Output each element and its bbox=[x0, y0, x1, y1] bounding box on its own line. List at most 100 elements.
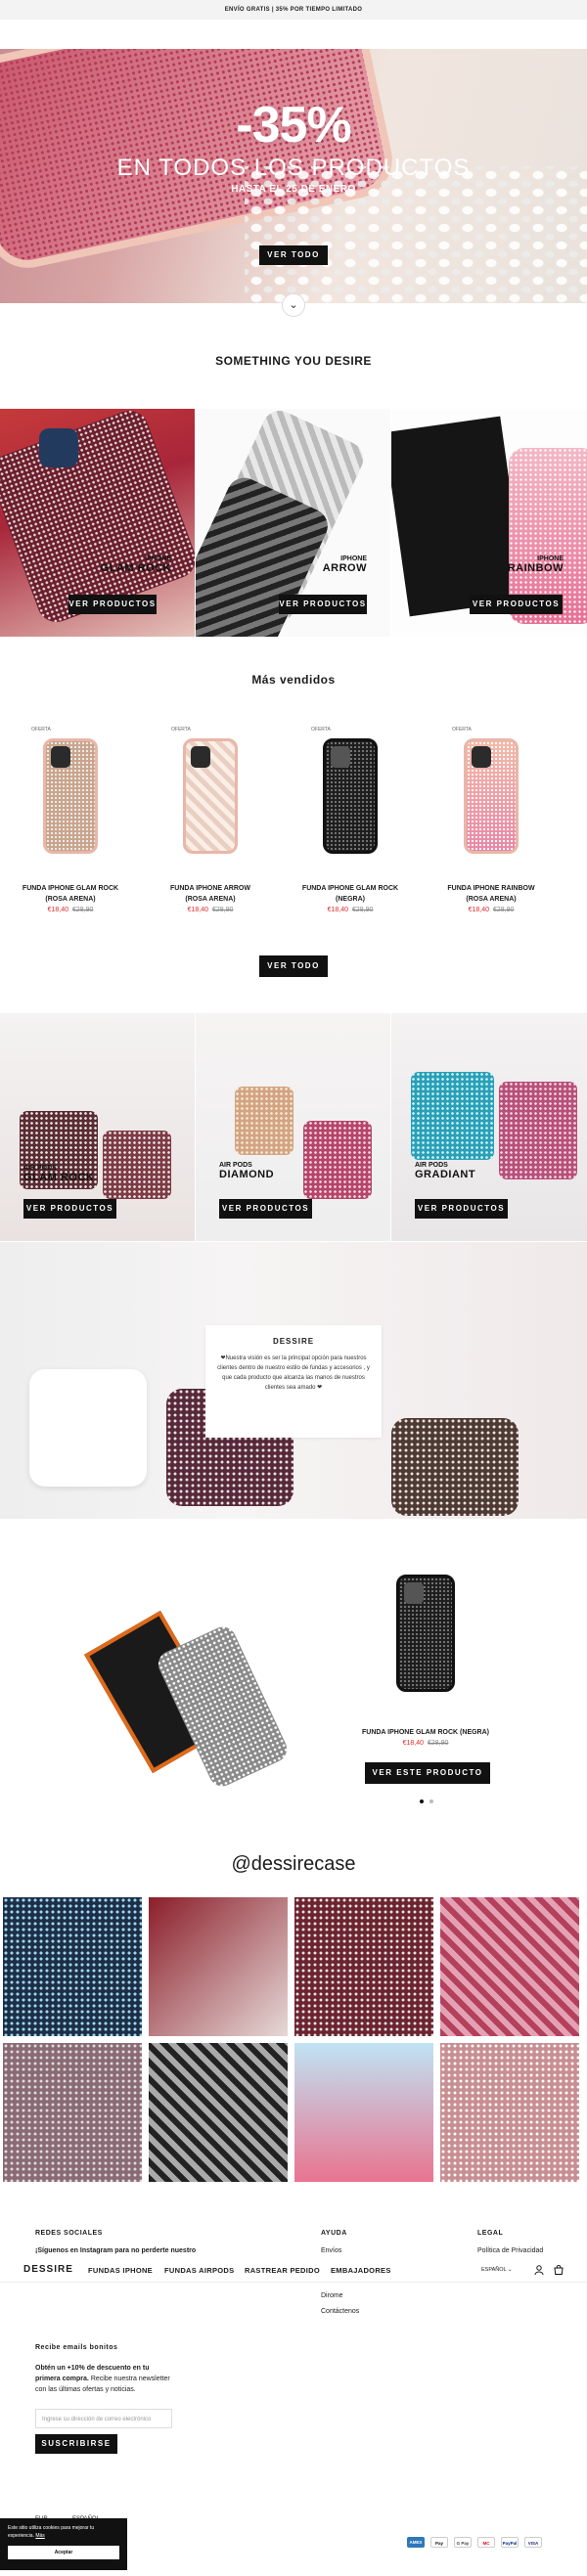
product-card[interactable]: OFERTA bbox=[311, 727, 389, 865]
featured-product-name[interactable]: FUNDA IPHONE GLAM ROCK (NEGRA) bbox=[352, 1727, 499, 1738]
product-old-price: €28,90 bbox=[72, 907, 94, 913]
collection-tile-arrow[interactable]: IPHONE ARROW VER PRODUCTOS bbox=[196, 409, 390, 637]
footer-help-link[interactable]: Dirome bbox=[321, 2290, 343, 2301]
product-card[interactable]: OFERTA bbox=[31, 727, 110, 865]
mastercard-icon: MC bbox=[477, 2537, 495, 2548]
apple-pay-icon: Pay bbox=[430, 2537, 448, 2548]
product-name[interactable]: FUNDA IPHONE GLAM ROCK (ROSA ARENA) bbox=[20, 883, 121, 905]
instagram-post[interactable] bbox=[3, 1897, 142, 2036]
collections-title: SOMETHING YOU DESIRE bbox=[215, 354, 372, 368]
hero-cta-button[interactable]: VER TODO bbox=[259, 245, 328, 265]
nav-embajadores[interactable]: EMBAJADORES bbox=[331, 2266, 391, 2275]
tile-label: IPHONE GLAM ROCK bbox=[100, 555, 171, 574]
instagram-post[interactable] bbox=[149, 1897, 288, 2036]
collection-tile-glam-rock[interactable]: IPHONE GLAM ROCK VER PRODUCTOS bbox=[0, 409, 195, 637]
nav-rastrear-pedido[interactable]: RASTREAR PEDIDO bbox=[245, 2266, 320, 2275]
hero-discount: -35% bbox=[236, 97, 351, 154]
airpods-case-image bbox=[411, 1072, 494, 1160]
product-price: €18,40 bbox=[187, 907, 208, 913]
product-name[interactable]: FUNDA IPHONE RAINBOW (ROSA ARENA) bbox=[440, 883, 542, 905]
product-old-price: €28,90 bbox=[212, 907, 234, 913]
logo[interactable]: DESSIRE bbox=[23, 2264, 73, 2275]
airpods-tile-gradiant[interactable]: AIR PODS GRADIANT VER PRODUCTOS bbox=[391, 1013, 587, 1241]
bestsellers-title: Más vendidos bbox=[251, 673, 336, 687]
footer-help-link[interactable]: Contáctenos bbox=[321, 2306, 359, 2317]
camera-module-image bbox=[39, 428, 78, 467]
airpods-diamond-button[interactable]: VER PRODUCTOS bbox=[219, 1199, 312, 1219]
product-card[interactable]: OFERTA bbox=[171, 727, 249, 865]
product-old-price: €28,90 bbox=[352, 907, 374, 913]
nav-fundas-iphone[interactable]: FUNDAS IPHONE bbox=[88, 2266, 153, 2275]
airpods-tile-glam-rock[interactable]: AIR PODS GLAM ROCK VER PRODUCTOS bbox=[0, 1013, 195, 1241]
instagram-post[interactable] bbox=[440, 1897, 579, 2036]
scroll-down-chevron-icon[interactable]: ⌄ bbox=[282, 293, 305, 317]
footer-social-title: REDES SOCIALES bbox=[35, 2230, 103, 2237]
product-image[interactable] bbox=[31, 733, 110, 865]
product-price: €18,40 bbox=[327, 907, 348, 913]
instagram-post[interactable] bbox=[294, 2043, 433, 2182]
airpods-case-image bbox=[103, 1131, 171, 1199]
instagram-post[interactable] bbox=[3, 2043, 142, 2182]
glam-airpods-case-image bbox=[391, 1418, 519, 1516]
collection-arrow-button[interactable]: VER PRODUCTOS bbox=[279, 595, 367, 614]
collection-tile-rainbow[interactable]: IPHONE RAINBOW VER PRODUCTOS bbox=[391, 409, 587, 637]
product-info: FUNDA IPHONE ARROW (ROSA ARENA) €18,40 €2… bbox=[159, 883, 261, 913]
collection-rainbow-button[interactable]: VER PRODUCTOS bbox=[470, 595, 563, 614]
subscribe-button[interactable]: SUSCRIBIRSE bbox=[35, 2434, 117, 2454]
featured-product-info: FUNDA IPHONE GLAM ROCK (NEGRA) €18,40 €28… bbox=[352, 1727, 499, 1747]
slider-dot[interactable] bbox=[429, 1799, 433, 1803]
language-selector[interactable]: ESPAÑOL ⌄ bbox=[481, 2267, 513, 2273]
product-info: FUNDA IPHONE RAINBOW (ROSA ARENA) €18,40… bbox=[440, 883, 542, 913]
account-icon[interactable] bbox=[534, 2265, 544, 2275]
collection-glam-rock-button[interactable]: VER PRODUCTOS bbox=[68, 595, 157, 614]
hero-text: -35% EN TODOS LOS PRODUCTOS HASTA EL 25 … bbox=[0, 98, 587, 195]
product-name[interactable]: FUNDA IPHONE GLAM ROCK (NEGRA) bbox=[299, 883, 401, 905]
airpods-glam-rock-button[interactable]: VER PRODUCTOS bbox=[23, 1199, 116, 1219]
product-name[interactable]: FUNDA IPHONE ARROW (ROSA ARENA) bbox=[159, 883, 261, 905]
cookie-banner: Este sitio utiliza cookies para mejorar … bbox=[0, 2518, 127, 2570]
featured-product-image[interactable] bbox=[84, 1594, 298, 1791]
airpods-tile-diamond[interactable]: AIR PODS DIAMOND VER PRODUCTOS bbox=[196, 1013, 390, 1241]
hero-headline: EN TODOS LOS PRODUCTOS bbox=[116, 155, 471, 181]
view-all-button[interactable]: VER TODO bbox=[259, 955, 328, 977]
product-price: €18,40 bbox=[468, 907, 489, 913]
instagram-handle[interactable]: @dessirecase bbox=[0, 1853, 587, 1876]
featured-product-thumbnail[interactable] bbox=[396, 1575, 455, 1692]
instagram-post[interactable] bbox=[294, 1897, 433, 2036]
amex-icon: AMEX bbox=[407, 2537, 425, 2548]
about-title: DESSIRE bbox=[272, 1337, 315, 1346]
newsletter-title: Recibe emails bonitos bbox=[35, 2344, 118, 2351]
google-pay-icon: G Pay bbox=[454, 2537, 472, 2548]
product-image[interactable] bbox=[311, 733, 389, 865]
product-price: €18,40 bbox=[47, 907, 68, 913]
cookie-more-link[interactable]: Más bbox=[35, 2533, 44, 2539]
featured-product-old-price: €28,90 bbox=[428, 1740, 449, 1747]
slider-dot-active[interactable] bbox=[420, 1799, 424, 1803]
tile-label: AIR PODS DIAMOND bbox=[219, 1162, 275, 1180]
email-input[interactable]: Ingrese su dirección de correo electróni… bbox=[35, 2409, 172, 2428]
camera-icon bbox=[51, 746, 70, 768]
hero-subline: HASTA EL 25 DE ENERO bbox=[231, 184, 356, 195]
tile-label: AIR PODS GLAM ROCK bbox=[23, 1165, 95, 1183]
cart-icon[interactable] bbox=[554, 2265, 564, 2275]
footer-help-link[interactable]: Envíos bbox=[321, 2245, 341, 2256]
footer-legal-link[interactable]: Política de Privacidad bbox=[477, 2245, 543, 2256]
instagram-post[interactable] bbox=[149, 2043, 288, 2182]
tile-label: AIR PODS GRADIANT bbox=[415, 1162, 476, 1180]
about-card: DESSIRE ❤Nuestra visión es ser la princi… bbox=[205, 1325, 382, 1438]
instagram-post[interactable] bbox=[440, 2043, 579, 2182]
view-product-button[interactable]: VER ESTE PRODUCTO bbox=[365, 1762, 490, 1784]
product-card[interactable]: OFERTA bbox=[452, 727, 530, 865]
cookie-accept-button[interactable]: Aceptar bbox=[8, 2546, 119, 2559]
footer-legal-title: LEGAL bbox=[477, 2230, 504, 2237]
camera-icon bbox=[472, 746, 491, 768]
product-image[interactable] bbox=[171, 733, 249, 865]
camera-icon bbox=[191, 746, 210, 768]
paypal-icon: PayPal bbox=[501, 2537, 519, 2548]
airpods-gradiant-button[interactable]: VER PRODUCTOS bbox=[415, 1199, 508, 1219]
product-image[interactable] bbox=[452, 733, 530, 865]
camera-icon bbox=[331, 746, 350, 768]
nav-fundas-airpods[interactable]: FUNDAS AIRPODS bbox=[164, 2266, 234, 2275]
tile-label: IPHONE RAINBOW bbox=[507, 555, 564, 574]
featured-product-price: €18,40 bbox=[402, 1740, 424, 1747]
